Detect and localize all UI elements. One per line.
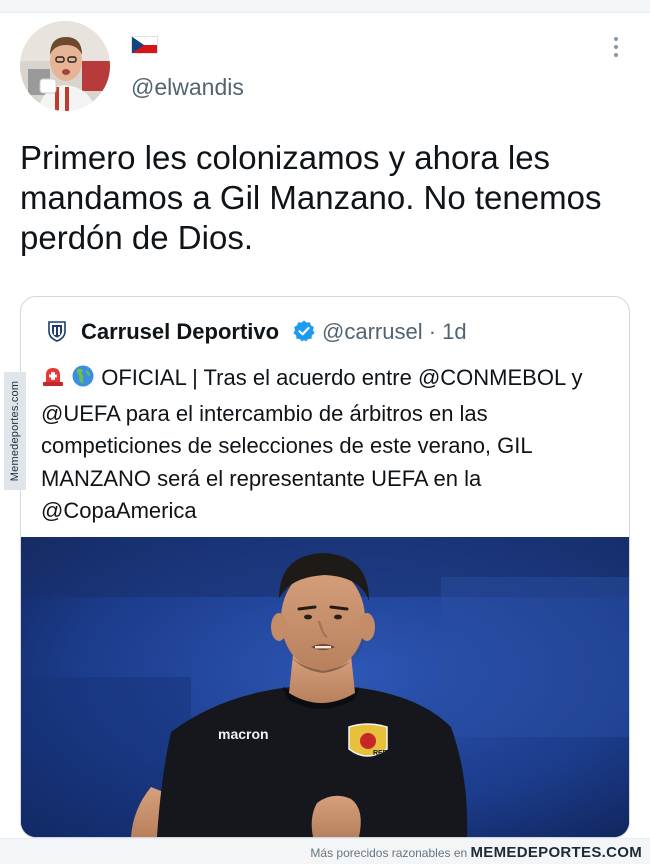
verified-badge-icon <box>292 319 316 343</box>
globe-americas-icon <box>71 364 95 398</box>
tweet-text: Primero les colonizamos y ahora les mand… <box>20 139 602 256</box>
footer-text-wrap: Más porecidos razonables en MEMEDEPORTES… <box>310 844 642 861</box>
quoted-tweet-card[interactable]: Carrusel Deportivo @carrusel · 1d OFICIA… <box>20 296 630 838</box>
side-watermark: Memedeportes.com <box>4 372 26 490</box>
shirt-brand-label: macron <box>218 726 269 742</box>
quoted-handle-time[interactable]: @carrusel · 1d <box>322 319 467 345</box>
footer-brand[interactable]: MEMEDEPORTES.COM <box>471 844 642 861</box>
more-options-icon[interactable] <box>608 36 624 58</box>
quoted-tweet-text: OFICIAL | Tras el acuerdo entre @CONMEBO… <box>41 362 616 528</box>
crest-label: RFEF <box>373 750 392 757</box>
carrusel-logo-icon <box>45 319 69 343</box>
referee-photo[interactable]: macron RFEF <box>21 537 629 837</box>
top-divider <box>0 0 650 13</box>
quoted-tweet-body: OFICIAL | Tras el acuerdo entre @CONMEBO… <box>41 365 583 523</box>
author-handle[interactable]: @elwandis <box>131 74 244 101</box>
quoted-account-name[interactable]: Carrusel Deportivo <box>81 319 279 345</box>
footer-text: Más porecidos razonables en <box>310 846 471 860</box>
czech-flag-icon <box>131 36 158 54</box>
author-avatar[interactable] <box>20 21 110 111</box>
footer-watermark: Más porecidos razonables en MEMEDEPORTES… <box>0 838 650 864</box>
side-watermark-text: Memedeportes.com <box>9 380 21 482</box>
siren-icon <box>41 364 65 398</box>
